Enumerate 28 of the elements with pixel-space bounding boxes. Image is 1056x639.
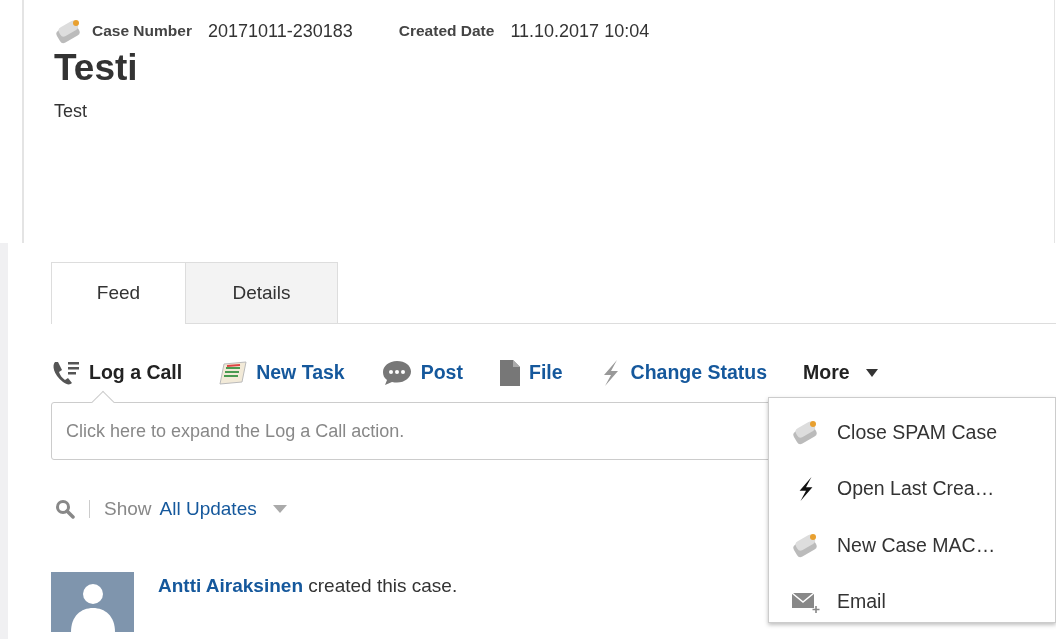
created-date: 11.10.2017 10:04 [510, 19, 650, 43]
case-number: 20171011-230183 [207, 19, 353, 43]
more-button[interactable]: More [803, 358, 878, 388]
caret-icon [272, 505, 287, 514]
menu-item[interactable]: New Case MAC… [769, 517, 1055, 574]
action-button[interactable]: New Task [218, 358, 345, 388]
case-description: Test [54, 100, 88, 124]
action-button[interactable]: Post [380, 358, 463, 388]
task-icon [218, 361, 249, 385]
case-number-label: Case Number [92, 21, 192, 42]
tab[interactable]: Feed [51, 262, 186, 324]
file-icon [498, 359, 521, 387]
action-button[interactable]: File [498, 358, 563, 388]
filter-dropdown[interactable]: Show All Updates [104, 495, 287, 524]
log-call-field[interactable]: Click here to expand the Log a Call action. [51, 402, 771, 460]
caret-icon [865, 369, 878, 377]
author-link[interactable]: Antti Airaksinen [158, 574, 303, 596]
menu-item[interactable]: Email [769, 573, 1055, 630]
menu-item[interactable]: Close SPAM Case [769, 404, 1055, 461]
action-button[interactable]: Change Status [598, 358, 768, 388]
feed-text: Antti Airaksinen created this case. [158, 573, 458, 598]
case-title: Testi [54, 46, 139, 90]
created-date-label: Created Date [398, 21, 495, 42]
phone-icon [51, 359, 81, 387]
menu-item[interactable]: Open Last Crea… [769, 460, 1055, 517]
tab[interactable]: Details [186, 262, 338, 323]
speech-bubble-icon [380, 359, 413, 387]
search-icon[interactable] [55, 499, 75, 520]
